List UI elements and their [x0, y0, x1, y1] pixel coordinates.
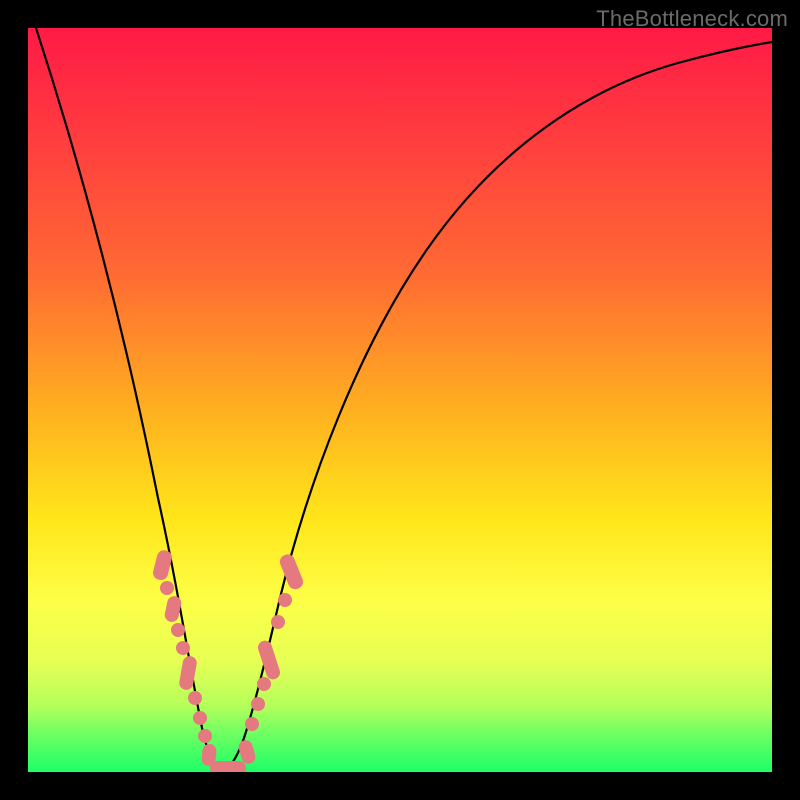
plot-area — [28, 28, 772, 772]
marker-cluster-right — [237, 552, 305, 765]
bottleneck-curve — [36, 28, 772, 770]
curve-overlay — [28, 28, 772, 772]
marker-cluster-bottom — [210, 761, 246, 772]
marker-cluster-left — [152, 549, 218, 767]
outer-frame: TheBottleneck.com — [0, 0, 800, 800]
watermark-text: TheBottleneck.com — [596, 6, 788, 32]
